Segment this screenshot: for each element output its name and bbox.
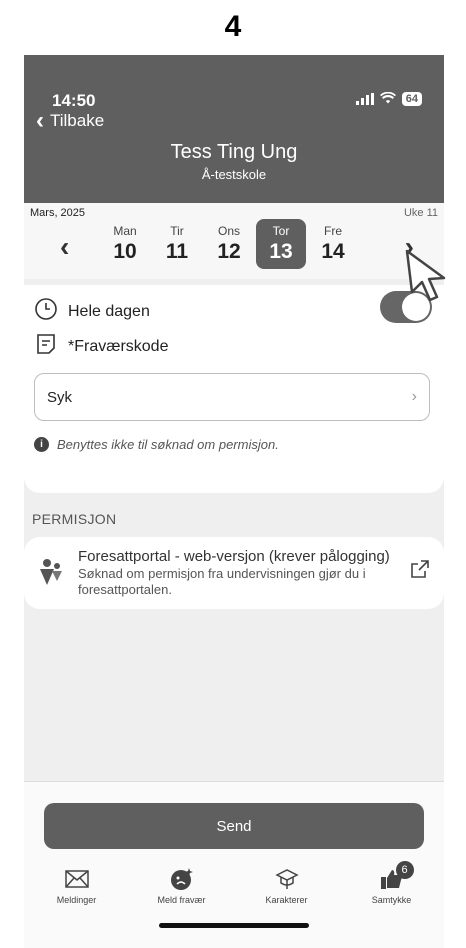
status-bar-icons: 64 — [355, 91, 422, 107]
week-selector: Mars, 2025 Uke 11 ‹ Man 10 Tir 11 Ons 12 To… — [24, 203, 444, 279]
chevron-left-icon: ‹ — [36, 107, 44, 134]
signal-icon — [355, 93, 374, 105]
day-date: 10 — [113, 240, 137, 263]
mouse-cursor-icon — [404, 248, 448, 307]
tab-label: Samtykke — [371, 895, 412, 905]
absence-code-label: *Fraværskode — [68, 337, 169, 355]
battery-icon: 64 — [401, 92, 422, 106]
day-thursday-selected[interactable]: Tor 13 — [256, 219, 306, 269]
link-title: Foresattportal - web-versjon (krever pål… — [78, 548, 390, 565]
notification-badge: 6 — [395, 861, 414, 879]
back-button[interactable]: ‹ Tilbake — [36, 107, 104, 135]
day-date: 14 — [321, 240, 345, 263]
foresattportal-link[interactable]: Foresattportal - web-versjon (krever pål… — [24, 537, 444, 609]
week-number: Uke 11 — [403, 207, 438, 219]
step-number: 4 — [224, 10, 242, 43]
day-wednesday[interactable]: Ons 12 — [204, 219, 254, 269]
tab-samtykke[interactable]: 6 Samtykke — [347, 861, 437, 905]
wifi-icon — [379, 91, 396, 107]
tab-label: Karakterer — [265, 895, 308, 905]
link-description: Søknad om permisjon fra undervisningen g… — [78, 566, 366, 598]
graduation-cap-icon — [274, 867, 299, 891]
clock-icon — [34, 297, 58, 326]
envelope-icon — [64, 867, 89, 891]
phone-screen: 14:50 64 ‹ Tilbake Tess Ting Ung Å-tests… — [24, 55, 444, 948]
day-monday[interactable]: Man 10 — [100, 219, 150, 269]
day-name: Ons — [217, 224, 240, 238]
day-name: Tor — [272, 224, 290, 238]
back-label: Tilbake — [50, 111, 105, 130]
info-icon: i — [34, 437, 49, 452]
section-title-permisjon: PERMISJON — [32, 511, 117, 527]
info-note: i Benyttes ikke til søknad om permisjon. — [34, 437, 279, 452]
family-icon — [38, 557, 64, 592]
absence-form: Hele dagen *Fraværskode Syk › i Benyttes… — [24, 285, 444, 493]
tab-bar: Meldinger Meld fravær Karakterer 6 Samty… — [24, 861, 444, 905]
day-date: 13 — [269, 240, 293, 263]
app-header: 14:50 64 ‹ Tilbake Tess Ting Ung Å-tests… — [24, 55, 444, 203]
absence-code-row: *Fraværskode — [34, 332, 168, 361]
full-day-row: Hele dagen — [34, 297, 150, 326]
day-date: 11 — [165, 240, 189, 263]
external-link-icon — [410, 559, 430, 584]
day-tuesday[interactable]: Tir 11 — [152, 219, 202, 269]
absence-code-select[interactable]: Syk › — [34, 373, 430, 421]
bottom-bar: Send Meldinger Meld fravær Karakterer 6 … — [24, 781, 444, 948]
student-name: Tess Ting Ung — [170, 141, 298, 163]
full-day-label: Hele dagen — [68, 302, 150, 320]
tab-meldinger[interactable]: Meldinger — [32, 867, 122, 905]
tab-label: Meldinger — [56, 895, 97, 905]
tab-label: Meld fravær — [157, 895, 206, 905]
tab-karakterer[interactable]: Karakterer — [242, 867, 332, 905]
day-name: Man — [113, 224, 137, 238]
day-list: Man 10 Tir 11 Ons 12 Tor 13 Fre 14 — [100, 219, 358, 269]
absence-code-value: Syk — [47, 388, 73, 406]
day-date: 12 — [217, 240, 241, 263]
chevron-right-icon: › — [411, 388, 417, 405]
day-name: Tir — [170, 224, 184, 238]
report-absence-icon — [170, 867, 194, 891]
day-name: Fre — [324, 224, 342, 238]
previous-week-button[interactable]: ‹ — [60, 233, 69, 261]
note-icon — [34, 332, 58, 361]
tab-meld-fravaer[interactable]: Meld fravær — [137, 867, 227, 905]
send-button[interactable]: Send — [44, 803, 424, 849]
home-indicator — [159, 923, 309, 928]
info-note-text: Benyttes ikke til søknad om permisjon. — [57, 437, 279, 452]
thumbs-up-icon: 6 — [380, 861, 414, 891]
school-name: Å-testskole — [201, 167, 267, 182]
day-friday[interactable]: Fre 14 — [308, 219, 358, 269]
month-label: Mars, 2025 — [30, 207, 86, 219]
